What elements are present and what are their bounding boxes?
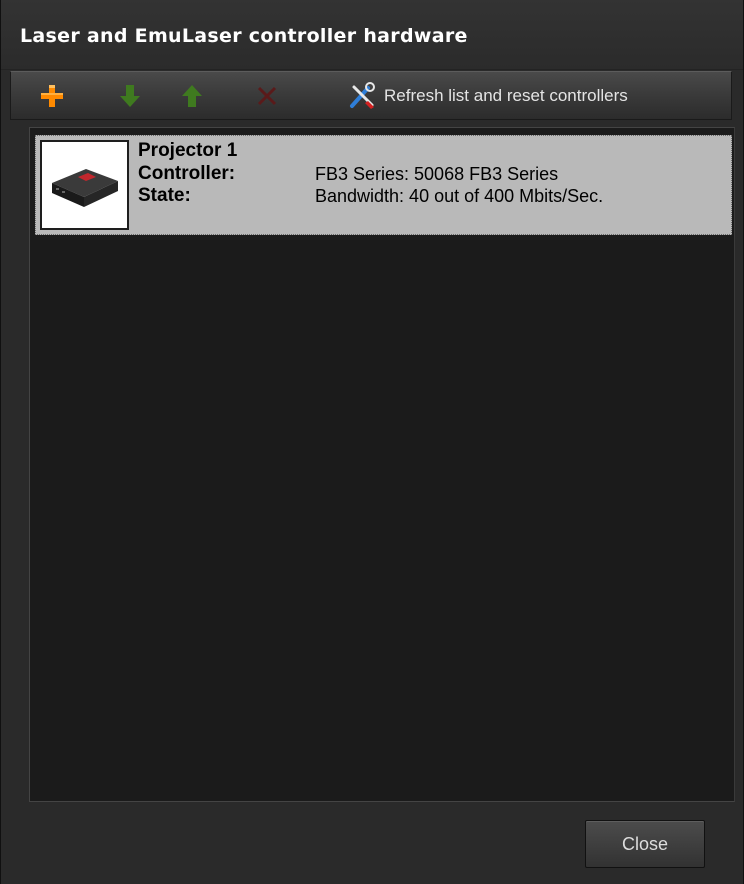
toolbar: Refresh list and reset controllers bbox=[10, 71, 732, 120]
arrow-up-icon bbox=[182, 85, 202, 107]
plus-icon bbox=[41, 85, 63, 107]
state-value: Bandwidth: 40 out of 400 Mbits/Sec. bbox=[315, 186, 604, 206]
delete-controller-button[interactable] bbox=[247, 78, 287, 114]
wrench-screwdriver-icon bbox=[350, 82, 375, 109]
list-item[interactable]: Projector 1 Controller: FB3 Series: 5006… bbox=[35, 135, 732, 235]
refresh-reset-button[interactable]: Refresh list and reset controllers bbox=[348, 78, 628, 114]
close-button[interactable]: Close bbox=[585, 820, 705, 868]
fb3-device-icon bbox=[40, 140, 129, 230]
dialog-title: Laser and EmuLaser controller hardware bbox=[1, 0, 743, 70]
refresh-button-label: Refresh list and reset controllers bbox=[384, 86, 628, 105]
controller-list[interactable]: Projector 1 Controller: FB3 Series: 5006… bbox=[29, 127, 735, 802]
controller-hardware-dialog: Laser and EmuLaser controller hardware R… bbox=[0, 0, 744, 884]
controller-value: FB3 Series: 50068 FB3 Series bbox=[315, 164, 559, 184]
state-label: State: bbox=[138, 185, 191, 206]
move-down-button[interactable] bbox=[110, 78, 150, 114]
add-controller-button[interactable] bbox=[32, 78, 72, 114]
controller-name: Projector 1 bbox=[138, 140, 238, 161]
move-up-button[interactable] bbox=[172, 78, 212, 114]
delete-x-icon bbox=[257, 86, 277, 106]
controller-label: Controller: bbox=[138, 163, 236, 184]
arrow-down-icon bbox=[120, 85, 140, 107]
